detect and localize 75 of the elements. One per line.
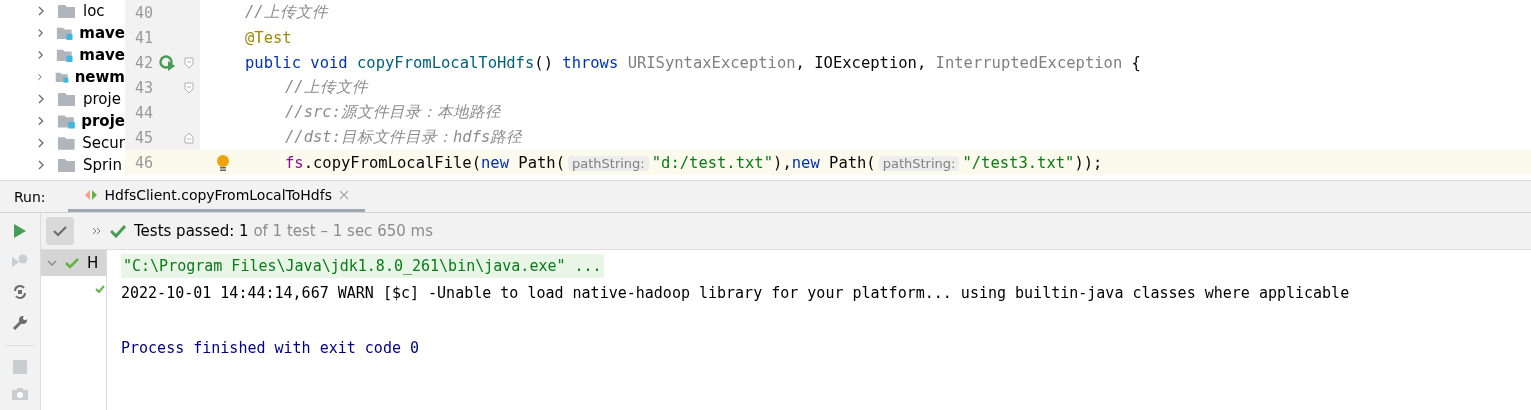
tree-item-label[interactable]: loc (83, 2, 105, 20)
show-passed-button[interactable] (46, 217, 74, 245)
run-icon[interactable] (13, 223, 27, 239)
line-number: 42 (133, 53, 153, 72)
folder-icon (57, 3, 77, 19)
console-line: 2022-10-01 14:44:14,667 WARN [$c] -Unable to load native-hadoop library for your platform... using builtin-java classes where applicable (121, 284, 1350, 303)
toggle-auto-test-icon[interactable] (12, 283, 28, 301)
fold-icon[interactable] (184, 131, 194, 144)
code-text: .copyFromLocalFile( (303, 153, 481, 172)
code-keyword: throws (562, 53, 620, 72)
tests-passed-status: Tests passed: 1 of 1 test – 1 sec 650 ms (134, 222, 433, 240)
code-type-name: URISyntaxException (627, 53, 796, 72)
folder-icon (57, 157, 77, 173)
line-number: 40 (133, 3, 153, 22)
chevron-icon[interactable] (37, 49, 44, 61)
chevron-icon[interactable] (37, 93, 45, 105)
code-keyword: public void (245, 53, 349, 72)
fold-icon[interactable] (184, 81, 194, 94)
line-number: 44 (133, 103, 153, 122)
chevron-icon[interactable] (37, 5, 45, 17)
tree-item-label[interactable]: Secur (82, 134, 125, 152)
folder-icon (57, 91, 77, 107)
code-type-name: InterruptedException (935, 53, 1123, 72)
code-string: "d:/test.txt" (651, 153, 774, 172)
code-comment: //dst:目标文件目录：hdfs路径 (285, 128, 523, 146)
module-folder-icon (55, 25, 74, 41)
parameter-hint: pathString: (878, 155, 960, 171)
chevron-icon[interactable] (37, 159, 45, 171)
module-folder-icon (56, 113, 76, 129)
code-text: , IOException, (795, 53, 928, 72)
code-keyword: new (481, 153, 510, 172)
tree-item-label[interactable]: Sprin (83, 156, 122, 174)
tree-item-label[interactable]: newm (74, 68, 125, 86)
test-node-label[interactable]: H (87, 254, 99, 272)
parameter-hint: pathString: (568, 155, 649, 171)
code-text: () (534, 53, 554, 72)
code-text: )); (1074, 153, 1103, 172)
tree-item-label[interactable]: mave (79, 24, 125, 42)
code-text: Path( (518, 153, 565, 172)
code-comment: //上传文件 (285, 78, 368, 96)
chevron-icon[interactable] (37, 115, 45, 127)
code-text: { (1130, 53, 1141, 72)
settings-icon[interactable] (12, 315, 28, 331)
code-annotation: @Test (245, 28, 292, 47)
line-number: 46 (133, 153, 153, 172)
lightbulb-icon[interactable] (215, 153, 230, 172)
tree-item-label[interactable]: proje (83, 90, 121, 108)
code-field: fs (285, 153, 304, 172)
code-method-name: copyFromLocalToHdfs (357, 53, 535, 72)
code-string: "/test3.txt" (962, 153, 1075, 172)
close-icon[interactable] (338, 190, 349, 200)
chevron-icon[interactable] (37, 71, 43, 83)
tree-item-label[interactable]: proje (81, 112, 125, 130)
fold-icon[interactable] (184, 56, 194, 69)
folder-icon (56, 135, 77, 151)
line-number: 43 (133, 78, 153, 97)
chevron-icon[interactable] (37, 137, 45, 149)
tree-item-label[interactable]: mave (79, 46, 125, 64)
module-folder-icon (55, 47, 74, 63)
check-icon (110, 224, 126, 238)
run-test-icon[interactable] (159, 54, 177, 71)
junit-icon (83, 189, 98, 201)
chevron-icon[interactable] (37, 27, 44, 39)
run-label: Run: (13, 187, 47, 207)
console-line: Process finished with exit code 0 (121, 339, 419, 358)
line-number: 41 (133, 28, 153, 47)
code-text: Path( (829, 153, 876, 172)
chevron-icon[interactable] (47, 259, 57, 267)
line-number: 45 (133, 128, 153, 147)
code-keyword: new (791, 153, 821, 172)
check-icon (53, 225, 67, 237)
code-text: ), (773, 153, 792, 172)
code-comment: //上传文件 (245, 3, 328, 21)
double-chevron-icon[interactable] (92, 227, 102, 235)
code-comment: //src:源文件目录：本地路径 (285, 103, 501, 121)
